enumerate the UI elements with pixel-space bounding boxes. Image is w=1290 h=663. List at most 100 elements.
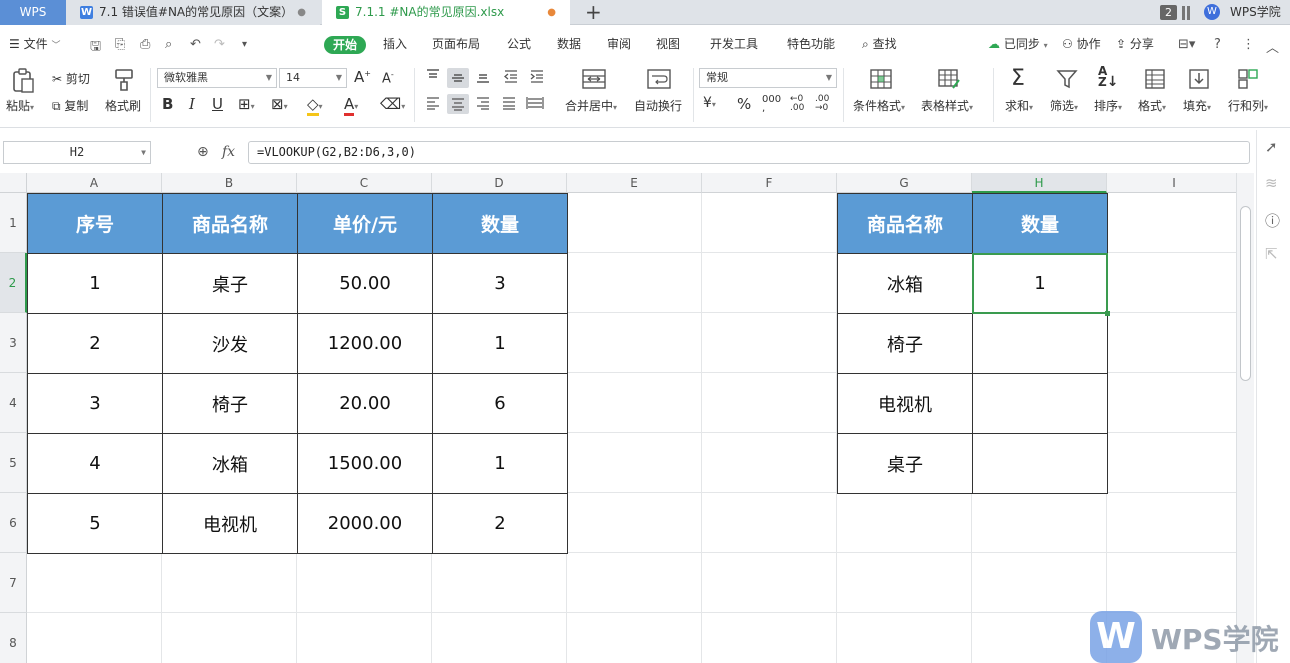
filter-button[interactable]: 筛选▾ — [1050, 97, 1078, 114]
tab-page-layout[interactable]: 页面布局 — [432, 26, 480, 62]
bold-icon[interactable]: B — [162, 95, 173, 113]
column-header-a[interactable]: A — [27, 173, 162, 193]
insert-function-icon[interactable]: fx — [222, 144, 235, 160]
export-pdf-icon[interactable]: ⎘ — [115, 37, 125, 52]
table-cell[interactable]: 50.00 — [297, 253, 433, 314]
document-tab-doc[interactable]: W 7.1 错误值#NA的常见原因（文案） ● — [66, 0, 320, 25]
lookup-cell[interactable] — [972, 313, 1108, 374]
fill-color-icon[interactable]: ◇▾ — [307, 95, 323, 113]
table-cell[interactable]: 2 — [27, 313, 163, 374]
lookup-cell[interactable]: 椅子 — [837, 313, 973, 374]
file-menu[interactable]: ☰ 文件 ﹀ — [9, 26, 60, 62]
align-bottom-icon[interactable] — [474, 68, 492, 86]
percent-icon[interactable]: % — [737, 95, 751, 113]
row-header-5[interactable]: 5 — [0, 433, 27, 493]
table-cell[interactable]: 桌子 — [162, 253, 298, 314]
conditional-format-icon[interactable] — [868, 68, 894, 92]
vertical-scrollbar[interactable] — [1236, 173, 1254, 663]
currency-icon[interactable]: ¥▾ — [703, 95, 716, 111]
paste-icon[interactable] — [10, 68, 36, 94]
sort-icon[interactable]: AZ↓ — [1098, 66, 1118, 88]
column-header-i[interactable]: I — [1107, 173, 1236, 193]
column-header-g[interactable]: G — [837, 173, 972, 193]
table-style-button[interactable]: 表格样式▾ — [921, 97, 973, 114]
cut-button[interactable]: ✂ 剪切 — [52, 70, 90, 87]
copy-button[interactable]: ⧉ 复制 — [52, 97, 88, 114]
select-all-corner[interactable] — [0, 173, 27, 193]
unsaved-dot-icon[interactable]: ● — [547, 0, 556, 25]
lookup-cell[interactable] — [972, 433, 1108, 494]
lookup-cell[interactable] — [972, 373, 1108, 434]
spreadsheet-grid[interactable]: ABCDEFGHI12345678序号商品名称单价/元数量1桌子50.0032沙… — [0, 173, 1236, 663]
rows-columns-button[interactable]: 行和列▾ — [1228, 97, 1268, 114]
tab-special[interactable]: 特色功能 — [787, 26, 835, 62]
row-header-7[interactable]: 7 — [0, 553, 27, 613]
align-middle-icon[interactable] — [447, 68, 469, 88]
lookup-cell[interactable]: 1 — [972, 253, 1108, 314]
column-header-d[interactable]: D — [432, 173, 567, 193]
table-cell[interactable]: 2000.00 — [297, 493, 433, 554]
row-header-2[interactable]: 2 — [0, 253, 27, 313]
table-header-cell[interactable]: 商品名称 — [162, 193, 298, 254]
cell-style-icon[interactable]: ⊠▾ — [271, 95, 288, 113]
merge-center-button[interactable]: 合并居中▾ — [565, 97, 617, 114]
tab-insert[interactable]: 插入 — [383, 26, 407, 62]
lookup-header-cell[interactable]: 数量 — [972, 193, 1108, 254]
distributed-align-icon[interactable] — [525, 95, 545, 113]
font-size-select[interactable]: 14▼ — [279, 68, 347, 88]
borders-icon[interactable]: ⊞▾ — [238, 95, 255, 113]
table-cell[interactable]: 电视机 — [162, 493, 298, 554]
window-count-badge[interactable]: 2 — [1160, 5, 1177, 20]
table-cell[interactable]: 5 — [27, 493, 163, 554]
wrap-text-icon[interactable] — [645, 68, 673, 92]
lookup-cell[interactable]: 冰箱 — [837, 253, 973, 314]
tab-view[interactable]: 视图 — [656, 26, 680, 62]
lookup-cell[interactable]: 桌子 — [837, 433, 973, 494]
table-cell[interactable]: 6 — [432, 373, 568, 434]
decrease-decimal-icon[interactable]: .00→0 — [815, 95, 829, 113]
print-icon[interactable]: ⎙ — [140, 37, 150, 52]
new-tab-button[interactable]: + — [585, 0, 602, 24]
formula-input[interactable]: =VLOOKUP(G2,B2:D6,3,0) — [248, 141, 1250, 164]
save-icon[interactable]: 🖫 — [90, 37, 101, 59]
conditional-format-button[interactable]: 条件格式▾ — [853, 97, 905, 114]
align-left-icon[interactable] — [424, 95, 442, 113]
decrease-font-icon[interactable]: A- — [382, 70, 394, 86]
customize-dropdown-icon[interactable]: ▾ — [242, 39, 247, 50]
align-right-icon[interactable] — [474, 95, 492, 113]
scrollbar-thumb[interactable] — [1240, 206, 1251, 381]
align-top-icon[interactable] — [424, 68, 442, 86]
justify-icon[interactable] — [500, 95, 518, 113]
decrease-indent-icon[interactable] — [502, 68, 520, 86]
tab-review[interactable]: 审阅 — [607, 26, 631, 62]
fill-down-icon[interactable] — [1187, 68, 1211, 92]
zoom-formula-icon[interactable]: ⊕ — [197, 144, 209, 160]
collapse-ribbon-icon[interactable]: ︿ — [1266, 37, 1279, 56]
column-header-b[interactable]: B — [162, 173, 297, 193]
italic-icon[interactable]: I — [189, 95, 195, 113]
table-cell[interactable]: 1500.00 — [297, 433, 433, 494]
fill-handle[interactable] — [1105, 311, 1110, 316]
table-cell[interactable]: 1 — [27, 253, 163, 314]
filter-icon[interactable] — [1055, 68, 1079, 92]
table-cell[interactable]: 沙发 — [162, 313, 298, 374]
sum-icon[interactable]: Σ — [1011, 66, 1025, 91]
collaborate-button[interactable]: ⚇ 协作 — [1062, 26, 1101, 62]
wps-home-tab[interactable]: WPS — [0, 0, 66, 25]
select-cursor-icon[interactable]: ➚ — [1265, 138, 1278, 156]
increase-font-icon[interactable]: A+ — [354, 68, 371, 86]
tab-developer[interactable]: 开发工具 — [710, 26, 758, 62]
sort-button[interactable]: 排序▾ — [1094, 97, 1122, 114]
column-header-h[interactable]: H — [972, 173, 1107, 193]
rows-columns-icon[interactable] — [1236, 68, 1260, 92]
underline-icon[interactable]: U — [212, 95, 223, 113]
undo-icon[interactable]: ↶ — [190, 37, 201, 52]
help-circle-icon[interactable]: ⓘ — [1265, 210, 1280, 231]
tab-data[interactable]: 数据 — [557, 26, 581, 62]
lookup-header-cell[interactable]: 商品名称 — [837, 193, 973, 254]
sync-status[interactable]: ☁ 已同步 ▾ — [988, 26, 1048, 62]
font-name-select[interactable]: 微软雅黑▼ — [157, 68, 277, 88]
split-pane-icon[interactable] — [1182, 0, 1190, 25]
table-cell[interactable]: 1200.00 — [297, 313, 433, 374]
row-header-1[interactable]: 1 — [0, 193, 27, 253]
